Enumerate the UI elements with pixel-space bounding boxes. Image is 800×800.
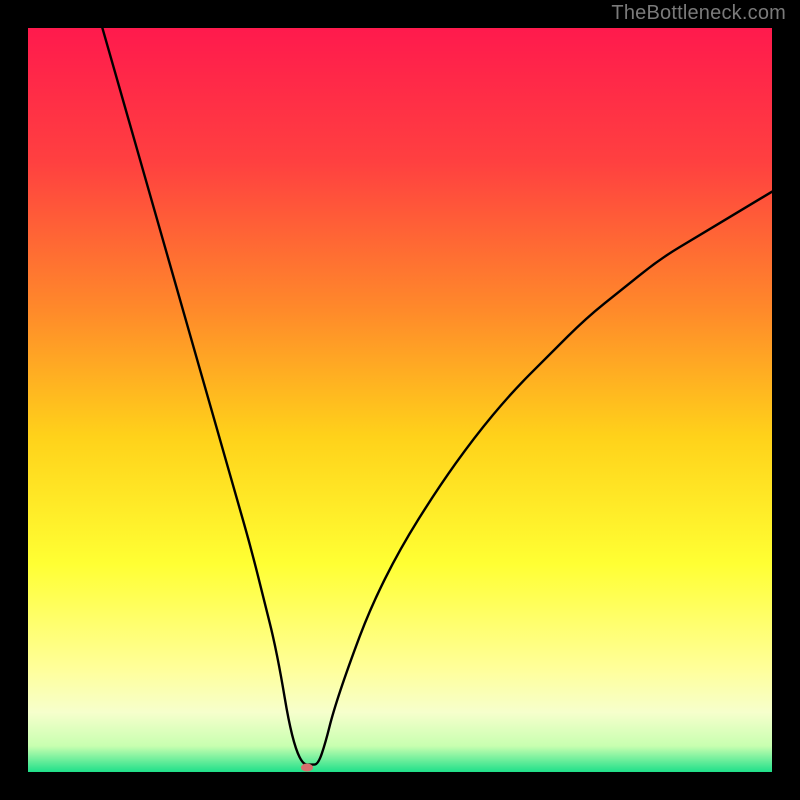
gradient-background — [28, 28, 772, 772]
optimal-marker-icon — [301, 764, 313, 772]
attribution-text: TheBottleneck.com — [611, 2, 786, 25]
plot-area — [28, 28, 772, 772]
chart-svg — [28, 28, 772, 772]
chart-frame: TheBottleneck.com — [0, 0, 800, 800]
